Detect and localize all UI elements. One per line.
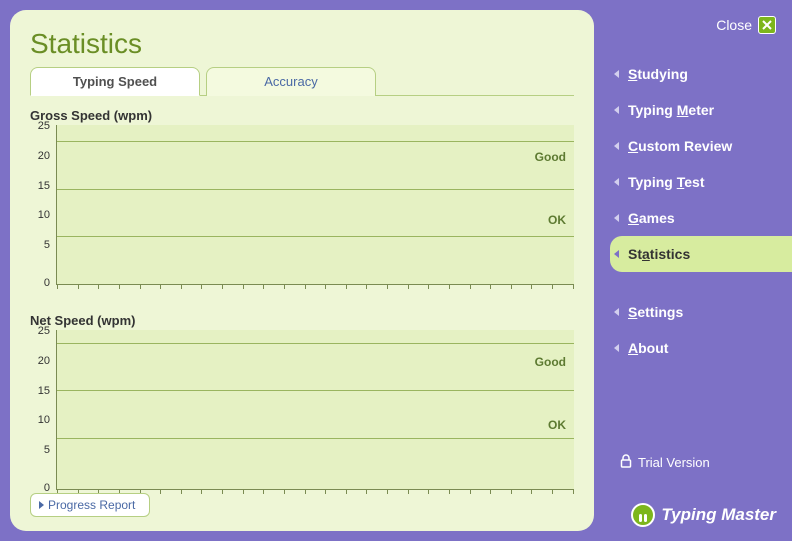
y-tick: 5 xyxy=(44,240,50,251)
arrow-left-icon xyxy=(614,308,619,316)
sidebar-item-label: About xyxy=(628,340,668,356)
close-button[interactable]: Close xyxy=(716,16,776,34)
plot-area: Good OK xyxy=(56,125,574,285)
chart-0: Gross Speed (wpm)2520151050GoodOK xyxy=(30,108,574,285)
band-label: Good xyxy=(535,355,566,369)
gridline xyxy=(57,236,574,237)
brand-logo-icon xyxy=(631,503,655,527)
y-tick: 20 xyxy=(38,151,50,162)
y-tick: 20 xyxy=(38,356,50,367)
y-tick: 5 xyxy=(44,445,50,456)
charts-container: Gross Speed (wpm)2520151050GoodOKNet Spe… xyxy=(30,108,574,490)
close-label: Close xyxy=(716,17,752,33)
arrow-left-icon xyxy=(614,344,619,352)
y-axis: 2520151050 xyxy=(30,330,56,490)
chart-title: Gross Speed (wpm) xyxy=(30,108,574,123)
sidebar-item-label: Typing Test xyxy=(628,174,704,190)
arrow-left-icon xyxy=(614,178,619,186)
band-label: OK xyxy=(548,418,566,432)
gridline xyxy=(57,189,574,190)
chart-1: Net Speed (wpm)2520151050GoodOK xyxy=(30,313,574,490)
band-label: Good xyxy=(535,150,566,164)
arrow-right-icon xyxy=(39,501,44,509)
plot-area: Good OK xyxy=(56,330,574,490)
sidebar-nav: Studying Typing Meter Custom Review Typing … xyxy=(610,56,782,366)
progress-report-button[interactable]: Progress Report xyxy=(30,493,150,517)
sidebar-item-typing-meter[interactable]: Typing Meter xyxy=(610,92,782,128)
y-tick: 10 xyxy=(38,210,50,221)
y-tick: 10 xyxy=(38,415,50,426)
sidebar-item-custom-review[interactable]: Custom Review xyxy=(610,128,782,164)
y-tick: 15 xyxy=(38,181,50,192)
sidebar-item-games[interactable]: Games xyxy=(610,200,782,236)
sidebar-item-about[interactable]: About xyxy=(610,330,782,366)
sidebar-item-label: Games xyxy=(628,210,675,226)
sidebar-item-settings[interactable]: Settings xyxy=(610,294,782,330)
sidebar-item-label: Settings xyxy=(628,304,683,320)
sidebar-item-label: Typing Meter xyxy=(628,102,714,118)
progress-report-label: Progress Report xyxy=(48,498,135,512)
trial-version-label: Trial Version xyxy=(638,455,710,470)
gridline xyxy=(57,438,574,439)
y-axis: 2520151050 xyxy=(30,125,56,285)
main-panel: Statistics Typing Speed Accuracy Gross S… xyxy=(10,10,594,531)
tab-typing-speed[interactable]: Typing Speed xyxy=(30,67,200,96)
y-tick: 0 xyxy=(44,278,50,289)
close-icon xyxy=(758,16,776,34)
chart-title: Net Speed (wpm) xyxy=(30,313,574,328)
y-tick: 15 xyxy=(38,386,50,397)
sidebar-item-typing-test[interactable]: Typing Test xyxy=(610,164,782,200)
gridline xyxy=(57,390,574,391)
tab-accuracy[interactable]: Accuracy xyxy=(206,67,376,96)
brand: Typing Master xyxy=(631,503,776,527)
trial-version-button[interactable]: Trial Version xyxy=(620,454,710,471)
sidebar-item-label: Statistics xyxy=(628,246,690,262)
page-title: Statistics xyxy=(30,28,574,60)
arrow-left-icon xyxy=(614,214,619,222)
gridline xyxy=(57,141,574,142)
arrow-left-icon xyxy=(614,106,619,114)
tabs: Typing Speed Accuracy xyxy=(30,66,574,96)
sidebar-item-studying[interactable]: Studying xyxy=(610,56,782,92)
brand-name: Typing Master xyxy=(661,505,776,525)
arrow-left-icon xyxy=(614,70,619,78)
x-ticks xyxy=(57,284,574,289)
sidebar-item-statistics[interactable]: Statistics xyxy=(610,236,792,272)
gridline xyxy=(57,343,574,344)
arrow-left-icon xyxy=(614,250,619,258)
arrow-left-icon xyxy=(614,142,619,150)
band-label: OK xyxy=(548,213,566,227)
lock-icon xyxy=(620,454,632,471)
y-tick: 25 xyxy=(38,121,50,132)
sidebar-item-label: Custom Review xyxy=(628,138,732,154)
sidebar-item-label: Studying xyxy=(628,66,688,82)
y-tick: 25 xyxy=(38,326,50,337)
